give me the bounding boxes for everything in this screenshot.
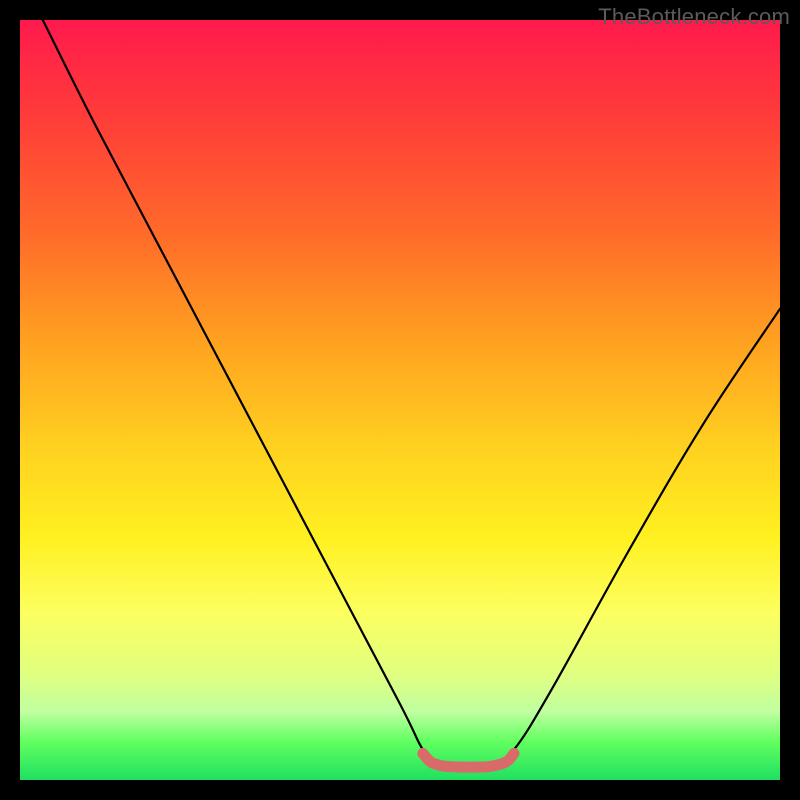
- optimal-range-marker: [423, 753, 514, 767]
- watermark-text: TheBottleneck.com: [598, 4, 790, 30]
- bottleneck-curve: [43, 20, 780, 766]
- chart-svg: [20, 20, 780, 780]
- chart-container: TheBottleneck.com: [0, 0, 800, 800]
- plot-area: [20, 20, 780, 780]
